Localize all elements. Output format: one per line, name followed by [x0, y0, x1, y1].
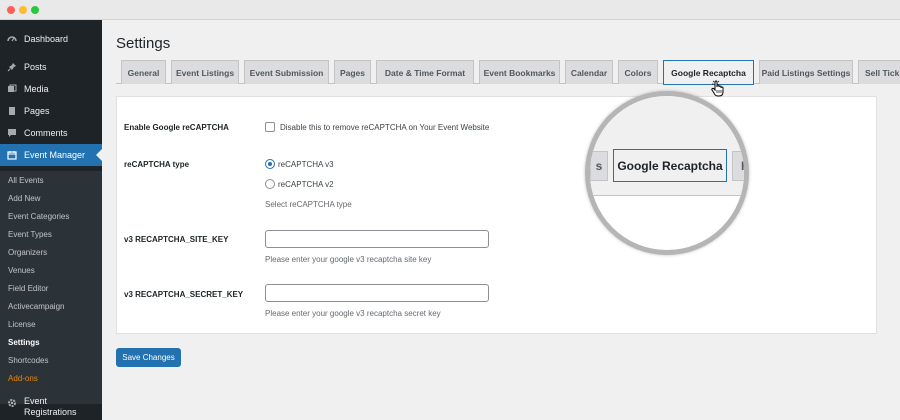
sidebar-item-event-registrations[interactable]: Event Registrations [0, 396, 102, 418]
tab-pages[interactable]: Pages [334, 60, 371, 84]
tab-date-time-format[interactable]: Date & Time Format [376, 60, 474, 84]
submenu-item-event-types[interactable]: Event Types [8, 230, 52, 240]
recaptcha-v2-label[interactable]: reCAPTCHA v2 [278, 180, 334, 189]
tab-general[interactable]: General [121, 60, 166, 84]
sidebar-item-pages[interactable]: Pages [0, 100, 102, 122]
gear-icon [0, 396, 24, 408]
submenu-item-settings[interactable]: Settings [8, 338, 40, 348]
recaptcha-v3-label[interactable]: reCAPTCHA v3 [278, 160, 334, 169]
tab-event-listings[interactable]: Event Listings [171, 60, 239, 84]
sidebar-item-label: Event Registrations [23, 396, 77, 417]
submenu-item-shortcodes[interactable]: Shortcodes [8, 356, 48, 366]
recaptcha-v3-radio[interactable] [265, 159, 275, 169]
site-key-description: Please enter your google v3 recaptcha si… [265, 255, 432, 264]
calendar-icon [0, 150, 24, 160]
sidebar-item-posts[interactable]: Posts [0, 56, 102, 78]
close-window-button[interactable] [7, 6, 15, 14]
secret-key-label: v3 RECAPTCHA_SECRET_KEY [124, 290, 244, 299]
submenu-item-organizers[interactable]: Organizers [8, 248, 47, 258]
settings-panel: Enable Google reCAPTCHA Disable this to … [116, 96, 877, 334]
magnified-tabbar: s Google Recaptcha P [590, 96, 744, 196]
recaptcha-type-description: Select reCAPTCHA type [265, 200, 352, 209]
recaptcha-v2-radio[interactable] [265, 179, 275, 189]
tab-event-bookmarks[interactable]: Event Bookmarks [479, 60, 560, 84]
submenu-item-license[interactable]: License [8, 320, 36, 330]
tab-paid-listings-settings[interactable]: Paid Listings Settings [759, 60, 853, 84]
site-key-label: v3 RECAPTCHA_SITE_KEY [124, 235, 229, 244]
submenu-item-add-new[interactable]: Add New [8, 194, 40, 204]
magnified-tab-right: P [732, 151, 744, 181]
submenu-item-add-ons[interactable]: Add-ons [8, 374, 38, 384]
save-changes-button[interactable]: Save Changes [116, 348, 181, 367]
secret-key-description: Please enter your google v3 recaptcha se… [265, 309, 441, 318]
enable-recaptcha-label: Enable Google reCAPTCHA [124, 123, 229, 132]
tab-event-submission[interactable]: Event Submission [244, 60, 329, 84]
page-title: Settings [116, 35, 171, 52]
sidebar-item-label: Pages [24, 106, 50, 116]
tab-google-recaptcha[interactable]: Google Recaptcha [663, 60, 754, 85]
admin-sidebar: Dashboard Posts Media Pages Comments Eve… [0, 20, 102, 420]
media-icon [0, 84, 24, 94]
recaptcha-type-label: reCAPTCHA type [124, 160, 190, 169]
maximize-window-button[interactable] [31, 6, 39, 14]
sidebar-item-label: Event Manager [24, 150, 86, 160]
window-titlebar [0, 0, 900, 20]
submenu-item-field-editor[interactable]: Field Editor [8, 284, 48, 294]
event-manager-submenu: All Events Add New Event Categories Even… [0, 171, 102, 404]
sidebar-item-label: Posts [24, 62, 47, 72]
minimize-window-button[interactable] [19, 6, 27, 14]
submenu-item-venues[interactable]: Venues [8, 266, 35, 276]
sidebar-item-dashboard[interactable]: Dashboard [0, 28, 102, 50]
secret-key-input[interactable] [265, 284, 489, 302]
submenu-item-event-categories[interactable]: Event Categories [8, 212, 69, 222]
site-key-input[interactable] [265, 230, 489, 248]
comment-icon [0, 128, 24, 138]
dashboard-icon [0, 34, 24, 44]
submenu-item-all-events[interactable]: All Events [8, 176, 44, 186]
tab-sell-tickets[interactable]: Sell Tick [858, 60, 900, 84]
tab-calendar[interactable]: Calendar [565, 60, 613, 84]
enable-recaptcha-checkbox-label[interactable]: Disable this to remove reCAPTCHA on Your… [280, 123, 489, 132]
sidebar-item-label: Dashboard [24, 34, 69, 44]
magnified-tab-google-recaptcha: Google Recaptcha [613, 149, 727, 182]
enable-recaptcha-checkbox[interactable] [265, 122, 275, 132]
magnified-tab-left: s [590, 151, 608, 181]
settings-tabs: General Event Listings Event Submission … [116, 60, 900, 85]
sidebar-item-comments[interactable]: Comments [0, 122, 102, 144]
sidebar-item-event-manager[interactable]: Event Manager [0, 144, 102, 166]
sidebar-item-label: Media [24, 84, 49, 94]
sidebar-item-label: Comments [24, 128, 68, 138]
tab-colors[interactable]: Colors [618, 60, 658, 84]
pin-icon [0, 62, 24, 72]
magnifier-overlay: s Google Recaptcha P [585, 91, 749, 255]
page-icon [0, 106, 24, 116]
hand-cursor-icon [711, 80, 724, 97]
submenu-item-activecampaign[interactable]: Activecampaign [8, 302, 64, 312]
main-content: Settings General Event Listings Event Su… [102, 20, 900, 420]
sidebar-item-media[interactable]: Media [0, 78, 102, 100]
